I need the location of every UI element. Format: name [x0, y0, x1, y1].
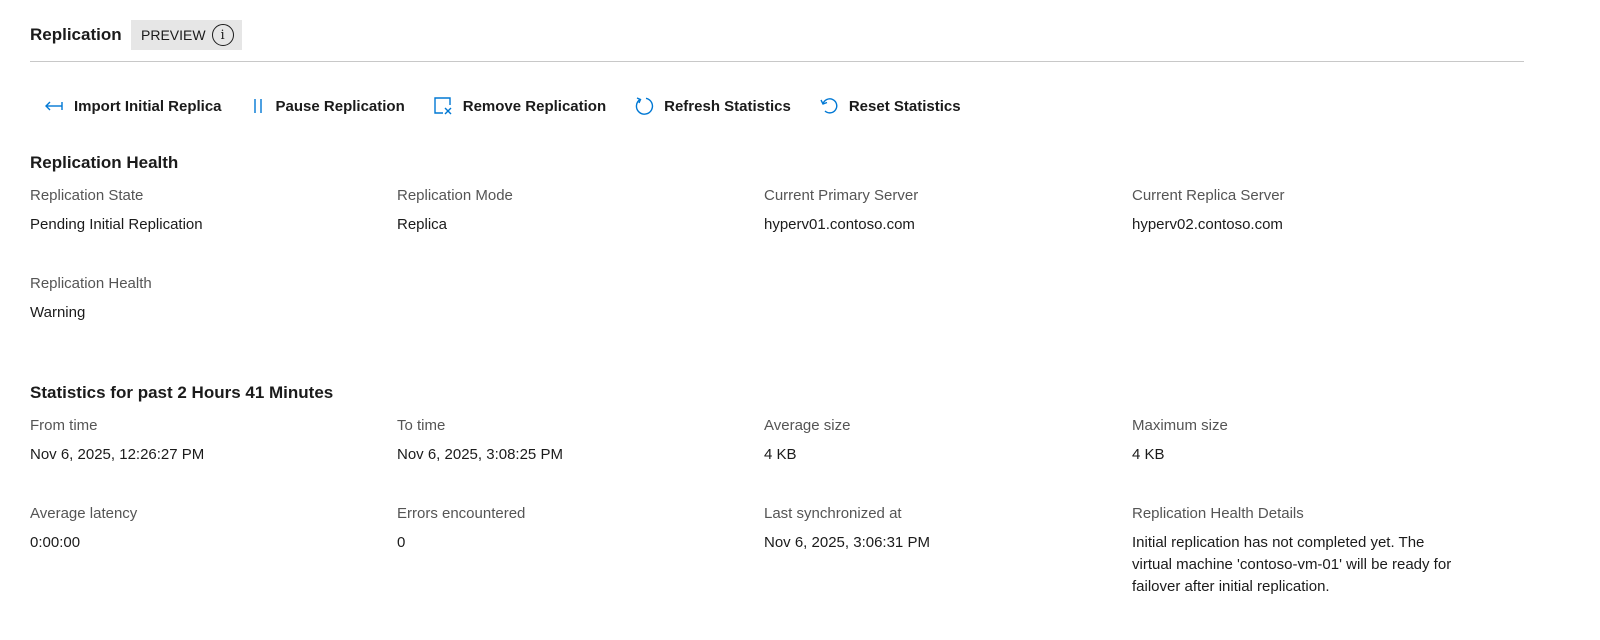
refresh-statistics-label: Refresh Statistics	[664, 97, 791, 115]
field-value: hyperv02.contoso.com	[1132, 216, 1283, 233]
info-icon[interactable]: i	[211, 24, 234, 46]
refresh-statistics-button[interactable]: Refresh Statistics	[620, 90, 805, 122]
replication-health-title: Replication Health	[30, 153, 179, 172]
field-value: hyperv01.contoso.com	[764, 216, 915, 233]
field-label: Replication Health	[30, 275, 152, 292]
field-label: Current Replica Server	[1132, 187, 1285, 204]
command-bar: Import Initial Replica Pause Replication…	[30, 90, 975, 122]
field-from-time: From time Nov 6, 2025, 12:26:27 PM	[30, 416, 397, 504]
field-value: 0:00:00	[30, 534, 81, 551]
field-value: 4 KB	[1132, 446, 1165, 463]
field-label: Current Primary Server	[764, 187, 919, 204]
refresh-icon	[635, 97, 654, 115]
import-arrow-icon	[45, 101, 63, 111]
field-value: Replica	[397, 216, 448, 233]
field-label: Maximum size	[1132, 417, 1228, 434]
field-replication-health: Replication Health Warning	[30, 274, 397, 362]
field-label: Replication Health Details	[1132, 505, 1304, 522]
field-value: 4 KB	[764, 446, 797, 463]
statistics-grid: From time Nov 6, 2025, 12:26:27 PM To ti…	[30, 416, 1500, 595]
field-errors-encountered: Errors encountered 0	[397, 504, 764, 592]
remove-icon	[434, 97, 452, 115]
field-to-time: To time Nov 6, 2025, 3:08:25 PM	[397, 416, 764, 504]
field-value: 0	[397, 534, 406, 551]
field-replication-state: Replication State Pending Initial Replic…	[30, 186, 397, 274]
field-label: Replication State	[30, 187, 144, 204]
import-initial-replica-label: Import Initial Replica	[74, 97, 222, 115]
field-label: Average size	[764, 417, 851, 434]
field-value: Nov 6, 2025, 3:08:25 PM	[397, 446, 563, 463]
statistics-title: Statistics for past 2 Hours 41 Minutes	[30, 383, 334, 402]
reset-icon	[820, 98, 838, 114]
replication-health-grid: Replication State Pending Initial Replic…	[30, 186, 1500, 362]
field-label: Replication Mode	[397, 187, 513, 204]
reset-statistics-label: Reset Statistics	[848, 97, 961, 115]
field-value: Nov 6, 2025, 3:06:31 PM	[764, 534, 930, 551]
field-label: Errors encountered	[397, 505, 526, 522]
field-average-latency: Average latency 0:00:00	[30, 504, 397, 592]
field-value: Pending Initial Replication	[30, 216, 203, 233]
import-initial-replica-button[interactable]: Import Initial Replica	[30, 90, 236, 122]
pause-icon	[253, 99, 262, 113]
page-header: Replication PREVIEW i	[30, 18, 1524, 62]
field-last-synchronized-at: Last synchronized at Nov 6, 2025, 3:06:3…	[764, 504, 1132, 592]
pause-replication-button[interactable]: Pause Replication	[236, 90, 419, 122]
field-value: Nov 6, 2025, 12:26:27 PM	[30, 446, 205, 463]
field-label: To time	[397, 417, 446, 434]
remove-replication-button[interactable]: Remove Replication	[419, 90, 620, 122]
preview-badge: PREVIEW i	[131, 20, 242, 50]
field-value: Warning	[30, 304, 86, 321]
field-current-replica-server: Current Replica Server hyperv02.contoso.…	[1132, 186, 1500, 274]
field-label: Last synchronized at	[764, 505, 902, 522]
reset-statistics-button[interactable]: Reset Statistics	[805, 90, 975, 122]
field-average-size: Average size 4 KB	[764, 416, 1132, 504]
field-replication-health-details: Replication Health Details Initial repli…	[1132, 504, 1500, 595]
pause-replication-label: Pause Replication	[275, 97, 405, 115]
field-maximum-size: Maximum size 4 KB	[1132, 416, 1500, 504]
page-title: Replication	[30, 25, 122, 44]
remove-replication-label: Remove Replication	[462, 97, 607, 115]
field-label: From time	[30, 417, 98, 434]
field-current-primary-server: Current Primary Server hyperv01.contoso.…	[764, 186, 1132, 274]
field-label: Average latency	[30, 505, 138, 522]
field-replication-mode: Replication Mode Replica	[397, 186, 764, 274]
preview-label: PREVIEW	[141, 27, 206, 43]
field-value: Initial replication has not completed ye…	[1132, 534, 1452, 595]
